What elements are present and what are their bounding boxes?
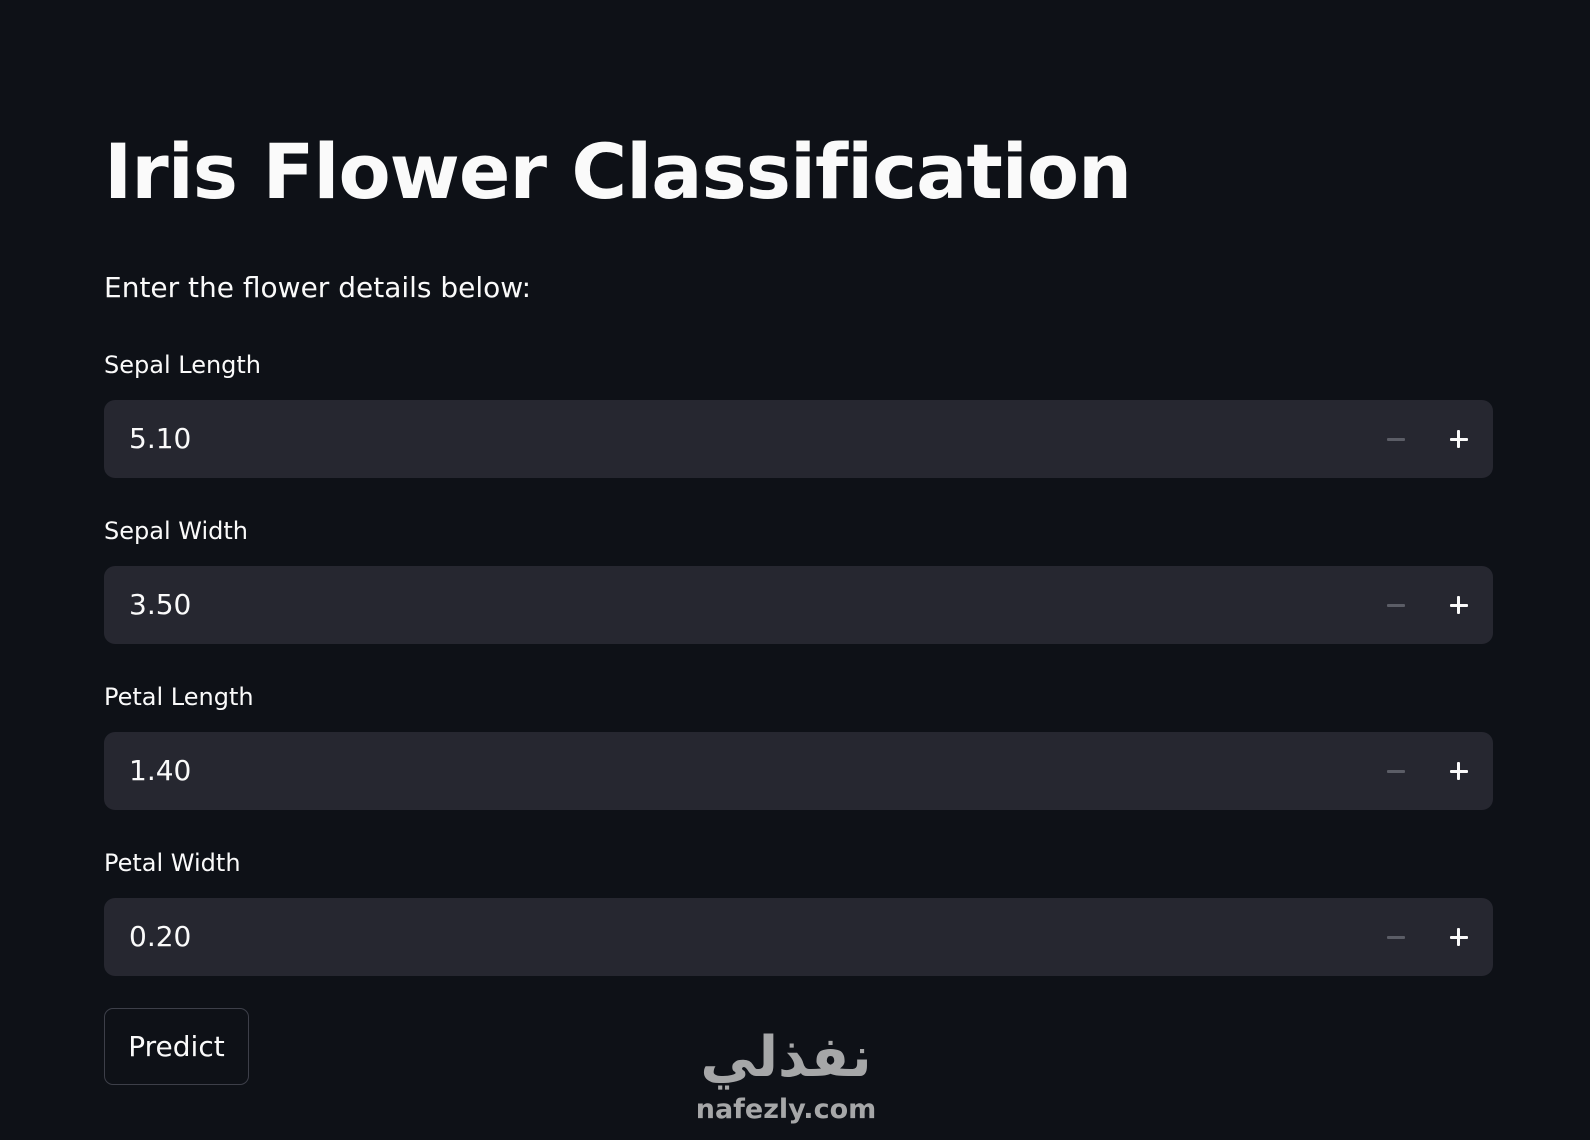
sepal-width-input[interactable]: 3.50 xyxy=(104,566,1493,644)
predict-button[interactable]: Predict xyxy=(104,1008,249,1085)
sepal-width-decrement-button[interactable] xyxy=(1364,566,1427,644)
minus-icon xyxy=(1386,935,1405,939)
watermark-latin-text: nafezly.com xyxy=(696,1094,877,1125)
petal-length-value[interactable]: 1.40 xyxy=(129,757,191,785)
sepal-length-increment-button[interactable] xyxy=(1427,400,1490,478)
nafezly-watermark-logo: نفذلي nafezly.com xyxy=(696,1025,877,1125)
petal-width-input[interactable]: 0.20 xyxy=(104,898,1493,976)
sepal-width-value[interactable]: 3.50 xyxy=(129,591,191,619)
sepal-length-label: Sepal Length xyxy=(104,351,262,379)
petal-length-label: Petal Length xyxy=(104,683,254,711)
sepal-width-increment-button[interactable] xyxy=(1427,566,1490,644)
plus-icon xyxy=(1449,596,1468,614)
petal-width-label: Petal Width xyxy=(104,849,241,877)
sepal-length-value[interactable]: 5.10 xyxy=(129,425,191,453)
petal-width-decrement-button[interactable] xyxy=(1364,898,1427,976)
minus-icon xyxy=(1386,603,1405,607)
sepal-length-decrement-button[interactable] xyxy=(1364,400,1427,478)
petal-length-input[interactable]: 1.40 xyxy=(104,732,1493,810)
sepal-width-label: Sepal Width xyxy=(104,517,248,545)
minus-icon xyxy=(1386,769,1405,773)
plus-icon xyxy=(1449,928,1468,946)
app-page: Iris Flower Classification Enter the flo… xyxy=(0,0,1590,1140)
petal-length-increment-button[interactable] xyxy=(1427,732,1490,810)
petal-width-increment-button[interactable] xyxy=(1427,898,1490,976)
plus-icon xyxy=(1449,762,1468,780)
page-title: Iris Flower Classification xyxy=(104,127,1132,216)
petal-width-value[interactable]: 0.20 xyxy=(129,923,191,951)
petal-length-decrement-button[interactable] xyxy=(1364,732,1427,810)
sepal-length-input[interactable]: 5.10 xyxy=(104,400,1493,478)
minus-icon xyxy=(1386,437,1405,441)
intro-text: Enter the flower details below: xyxy=(104,271,532,304)
watermark-arabic-text: نفذلي xyxy=(700,1025,871,1090)
plus-icon xyxy=(1449,430,1468,448)
